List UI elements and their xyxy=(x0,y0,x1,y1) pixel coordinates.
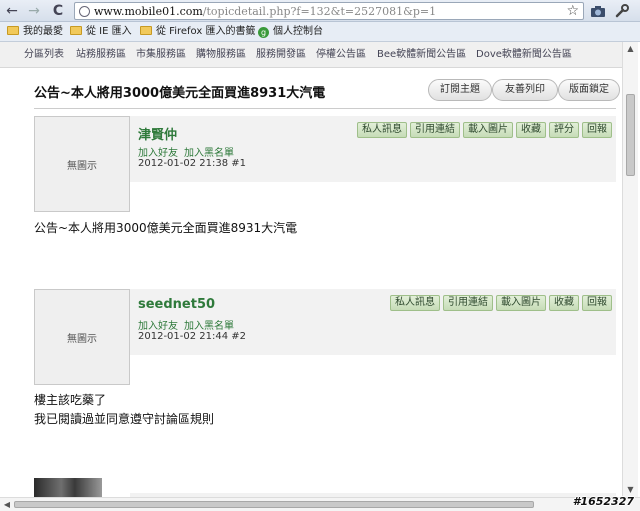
load-images-button[interactable]: 載入圖片 xyxy=(496,295,546,311)
private-message-button[interactable]: 私人訊息 xyxy=(390,295,440,311)
address-bar[interactable]: www.mobile01.com/topicdetail.php?f=132&t… xyxy=(74,2,584,20)
reload-button[interactable]: C xyxy=(49,2,67,20)
quote-link-button[interactable]: 引用連結 xyxy=(443,295,493,311)
back-button[interactable]: ← xyxy=(3,2,21,20)
nav-item-site-service[interactable]: 站務服務區 xyxy=(76,42,126,68)
scroll-left-arrow[interactable]: ◀ xyxy=(0,498,14,511)
post-user-links: 加入好友 加入黑名單 xyxy=(138,144,240,159)
horizontal-scrollbar[interactable]: ◀ xyxy=(0,497,640,511)
post-body-line: 樓主該吃藥了 xyxy=(34,393,107,407)
avatar: 無圖示 xyxy=(34,116,130,212)
post-actions: 私人訊息 引用連結 載入圖片 收藏 回報 xyxy=(387,295,612,311)
post-user-links: 加入好友 加入黑名單 xyxy=(138,317,240,332)
load-images-button[interactable]: 載入圖片 xyxy=(463,122,513,138)
nav-item-bee-news[interactable]: Bee軟體新聞公告區 xyxy=(377,42,466,68)
post-meta: 2012-01-02 21:44 #2 xyxy=(138,331,247,342)
subscribe-button[interactable]: 訂閱主題 xyxy=(428,79,492,101)
address-url[interactable]: www.mobile01.com/topicdetail.php?f=132&t… xyxy=(94,4,436,19)
browser-toolbar: ← → C www.mobile01.com/topicdetail.php?f… xyxy=(0,0,640,22)
post-actions: 私人訊息 引用連結 載入圖片 收藏 評分 回報 xyxy=(354,122,612,138)
print-button[interactable]: 友善列印 xyxy=(492,79,558,101)
vertical-scrollbar[interactable]: ▲ ▼ xyxy=(622,42,638,497)
page-content: 公告~本人將用3000億美元全面買進8931大汽電 訂閱主題 友善列印 版面鎖定… xyxy=(0,68,622,497)
image-watermark: #1652327 xyxy=(572,495,634,508)
topic-title: 公告~本人將用3000億美元全面買進8931大汽電 xyxy=(34,86,326,101)
quote-link-button[interactable]: 引用連結 xyxy=(410,122,460,138)
nav-item-market-service[interactable]: 市集服務區 xyxy=(136,42,186,68)
folder-icon xyxy=(7,26,19,35)
avatar: 無圖示 xyxy=(34,289,130,385)
bookmark-ie-import[interactable]: 從 IE 匯入 xyxy=(70,24,132,40)
post-header: 津賢仲 加入好友 加入黑名單 2012-01-02 21:38 #1 私人訊息 引用… xyxy=(130,116,616,182)
title-divider xyxy=(34,108,616,109)
post-body: 公告~本人將用3000億美元全面買進8931大汽電 xyxy=(34,219,297,238)
post-username[interactable]: 津賢仲 xyxy=(138,124,177,143)
bookmark-firefox-import[interactable]: 從 Firefox 匯入的書籤 xyxy=(140,24,255,40)
favorite-button[interactable]: 收藏 xyxy=(516,122,546,138)
post-header: seednet50 加入好友 加入黑名單 2012-01-02 21:44 #2 … xyxy=(130,289,616,355)
post-meta: 2012-01-02 21:38 #1 xyxy=(138,158,247,169)
avatar-image xyxy=(34,478,102,497)
bookmark-favorites[interactable]: 我的最愛 xyxy=(7,24,63,40)
bookmarks-bar: 我的最愛 從 IE 匯入 從 Firefox 匯入的書籤 g 個人控制台 xyxy=(0,22,640,42)
folder-icon xyxy=(140,26,152,35)
private-message-button[interactable]: 私人訊息 xyxy=(357,122,407,138)
nav-item-shopping-service[interactable]: 購物服務區 xyxy=(196,42,246,68)
wrench-icon[interactable] xyxy=(614,3,630,19)
camera-icon[interactable] xyxy=(590,3,606,19)
rate-button[interactable]: 評分 xyxy=(549,122,579,138)
horizontal-scroll-thumb[interactable] xyxy=(14,501,534,508)
vertical-scroll-thumb[interactable] xyxy=(626,94,635,176)
nav-item-suspension[interactable]: 停權公告區 xyxy=(316,42,366,68)
nav-item-board-list[interactable]: 分區列表 xyxy=(24,42,64,68)
globe-icon: g xyxy=(258,27,269,38)
folder-icon xyxy=(70,26,82,35)
post-body: 樓主該吃藥了 我已閱讀過並同意遵守討論區規則 xyxy=(34,391,214,429)
report-button[interactable]: 回報 xyxy=(582,295,612,311)
post-username[interactable]: seednet50 xyxy=(138,297,215,312)
nav-item-dev-service[interactable]: 服務開發區 xyxy=(256,42,306,68)
report-button[interactable]: 回報 xyxy=(582,122,612,138)
lock-button[interactable]: 版面鎖定 xyxy=(558,79,620,101)
bookmark-control-panel[interactable]: g 個人控制台 xyxy=(258,24,323,40)
star-icon[interactable]: ☆ xyxy=(566,3,579,19)
forward-button[interactable]: → xyxy=(25,2,43,20)
favorite-button[interactable]: 收藏 xyxy=(549,295,579,311)
nav-item-dove-news[interactable]: Dove軟體新聞公告區 xyxy=(476,42,572,68)
scroll-up-arrow[interactable]: ▲ xyxy=(623,42,638,56)
site-nav: 分區列表 站務服務區 市集服務區 購物服務區 服務開發區 停權公告區 Bee軟體… xyxy=(0,42,622,68)
post-body-line: 公告~本人將用3000億美元全面買進8931大汽電 xyxy=(34,221,298,235)
page-icon xyxy=(79,6,90,17)
post-body-line: 我已閱讀過並同意遵守討論區規則 xyxy=(34,412,215,426)
